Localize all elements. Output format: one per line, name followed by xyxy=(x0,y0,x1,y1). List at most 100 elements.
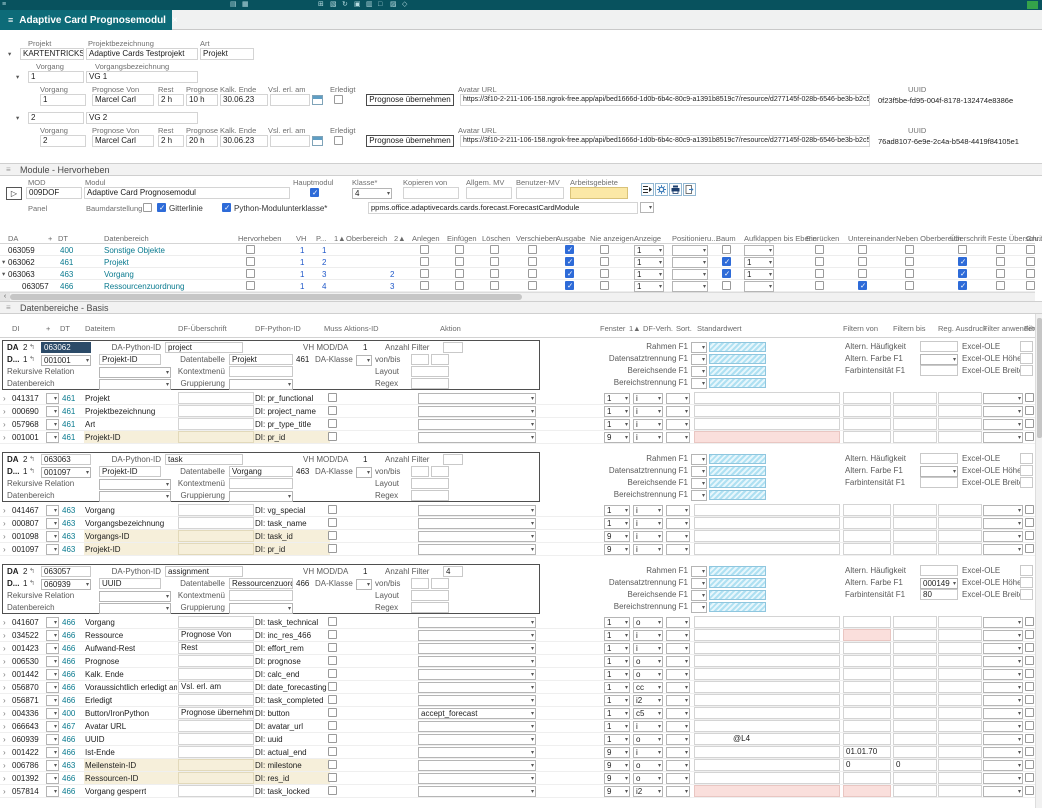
alt-field[interactable] xyxy=(920,365,958,376)
positionierung-select[interactable] xyxy=(672,245,708,256)
loeschen-checkbox[interactable] xyxy=(490,269,499,278)
fenster-select[interactable]: 1 xyxy=(604,419,630,430)
df-verhalten-select[interactable]: i xyxy=(633,531,663,542)
standardwert-field[interactable] xyxy=(694,418,840,430)
standardwert-field[interactable] xyxy=(694,772,840,784)
format-select[interactable] xyxy=(691,578,707,589)
filtern-von-field[interactable]: 0 xyxy=(843,759,891,771)
verschieben-checkbox[interactable] xyxy=(528,281,537,290)
filtern-bis-field[interactable]: 0 xyxy=(893,759,937,771)
gruppe-checkbox[interactable] xyxy=(1026,281,1035,290)
fenster-select[interactable]: 9 xyxy=(604,747,630,758)
di-dropdown[interactable] xyxy=(46,406,59,417)
filtern-bis-field[interactable] xyxy=(893,517,937,529)
gruppe-checkbox[interactable] xyxy=(1026,257,1035,266)
standardwert-field[interactable] xyxy=(694,392,840,404)
dt-value[interactable]: 463 xyxy=(62,761,75,770)
aktion-select[interactable] xyxy=(418,773,536,784)
filter-anwenden-select[interactable] xyxy=(983,773,1023,784)
toolbar-icon-1[interactable]: ≡ xyxy=(2,1,6,9)
ueberschrift-checkbox[interactable] xyxy=(958,257,967,266)
df-verhalten-select[interactable]: c5 xyxy=(633,708,663,719)
df-verhalten-select[interactable]: i2 xyxy=(633,786,663,797)
filtern-bis-field[interactable] xyxy=(893,720,937,732)
filter-deaktiviert-checkbox[interactable] xyxy=(1025,643,1034,652)
data-section-header[interactable]: ≡ Datenbereiche - Basis xyxy=(0,301,1042,314)
filter-anwenden-select[interactable] xyxy=(983,721,1023,732)
sortierung-select[interactable] xyxy=(666,773,690,784)
nie-anzeigen-checkbox[interactable] xyxy=(600,269,609,278)
fenster-select[interactable]: 9 xyxy=(604,786,630,797)
filtern-von-field[interactable] xyxy=(843,392,891,404)
filtern-bis-field[interactable] xyxy=(893,772,937,784)
aktion-select[interactable] xyxy=(418,419,536,430)
reg-ausdruck-field[interactable] xyxy=(938,681,982,693)
df-verhalten-select[interactable]: i xyxy=(633,432,663,443)
baum-checkbox[interactable] xyxy=(722,257,731,266)
play-button[interactable]: ▷ xyxy=(6,187,22,200)
sortierung-select[interactable] xyxy=(666,747,690,758)
vorgangsbezeichnung-cell[interactable]: VG 1 xyxy=(86,71,198,83)
neben-oberbereich-checkbox[interactable] xyxy=(905,269,914,278)
sortierung-select[interactable] xyxy=(666,708,690,719)
python-unterklasse-checkbox[interactable] xyxy=(222,203,231,212)
df-ueberschrift-field[interactable] xyxy=(178,392,254,404)
filtern-bis-field[interactable] xyxy=(893,418,937,430)
filter-anwenden-select[interactable] xyxy=(983,760,1023,771)
filter-anwenden-select[interactable] xyxy=(983,786,1023,797)
row-expand-icon[interactable]: › xyxy=(3,657,6,666)
filtern-von-field[interactable] xyxy=(843,668,891,680)
muss-checkbox[interactable] xyxy=(328,656,337,665)
muss-checkbox[interactable] xyxy=(328,760,337,769)
standardwert-field[interactable] xyxy=(694,681,840,693)
filter-deaktiviert-checkbox[interactable] xyxy=(1025,406,1034,415)
fenster-select[interactable]: 1 xyxy=(604,505,630,516)
fenster-select[interactable]: 1 xyxy=(604,617,630,628)
filtern-von-field[interactable] xyxy=(843,616,891,628)
filtern-von-field[interactable] xyxy=(843,629,891,641)
standardwert-field[interactable] xyxy=(694,785,840,797)
avatar-url-cell[interactable]: https://3f10-2-211-106-158.ngrok-free.ap… xyxy=(460,135,870,147)
filter-anwenden-select[interactable] xyxy=(983,643,1023,654)
filtern-bis-field[interactable] xyxy=(893,642,937,654)
standardwert-field[interactable] xyxy=(694,405,840,417)
filtern-von-field[interactable]: 01.01.70 xyxy=(843,746,891,758)
loeschen-checkbox[interactable] xyxy=(490,281,499,290)
filtern-bis-field[interactable] xyxy=(893,431,937,443)
filter-deaktiviert-checkbox[interactable] xyxy=(1025,518,1034,527)
aufklappen-select[interactable]: 1 xyxy=(744,269,774,280)
dt-value[interactable]: 463 xyxy=(62,519,75,528)
dt-value[interactable]: 466 xyxy=(62,618,75,627)
hervorheben-checkbox[interactable] xyxy=(246,269,255,278)
fenster-select[interactable]: 1 xyxy=(604,708,630,719)
kalk-ende-cell[interactable]: 30.06.23 xyxy=(220,135,268,147)
excel-field[interactable] xyxy=(1020,465,1033,476)
benutzer-mv-field[interactable] xyxy=(516,187,564,199)
aktion-select[interactable] xyxy=(418,432,536,443)
tab-close-icon[interactable]: × xyxy=(172,15,178,26)
toolbar-icon-8[interactable]: ▥ xyxy=(366,1,373,9)
df-verhalten-select[interactable]: i xyxy=(633,544,663,555)
aktion-select[interactable] xyxy=(418,786,536,797)
df-verhalten-select[interactable]: i xyxy=(633,518,663,529)
standardwert-field[interactable] xyxy=(694,431,840,443)
filter-deaktiviert-checkbox[interactable] xyxy=(1025,669,1034,678)
format-preview-field[interactable] xyxy=(709,466,766,476)
filtern-von-field[interactable] xyxy=(843,517,891,529)
aktion-select[interactable] xyxy=(418,669,536,680)
filtern-bis-field[interactable] xyxy=(893,392,937,404)
standardwert-field[interactable] xyxy=(694,616,840,628)
ausgabe-checkbox[interactable] xyxy=(565,245,574,254)
filtern-von-field[interactable] xyxy=(843,504,891,516)
aktion-select[interactable] xyxy=(418,747,536,758)
di-dropdown[interactable] xyxy=(46,630,59,641)
anlegen-checkbox[interactable] xyxy=(420,269,429,278)
aktion-select[interactable] xyxy=(418,406,536,417)
di-dropdown[interactable] xyxy=(46,393,59,404)
excel-field[interactable] xyxy=(1020,353,1033,364)
reg-ausdruck-field[interactable] xyxy=(938,694,982,706)
filtern-von-field[interactable] xyxy=(843,655,891,667)
kalk-ende-cell[interactable]: 30.06.23 xyxy=(220,94,268,106)
feste-ueberschrift-checkbox[interactable] xyxy=(996,257,1005,266)
di-dropdown[interactable] xyxy=(46,721,59,732)
